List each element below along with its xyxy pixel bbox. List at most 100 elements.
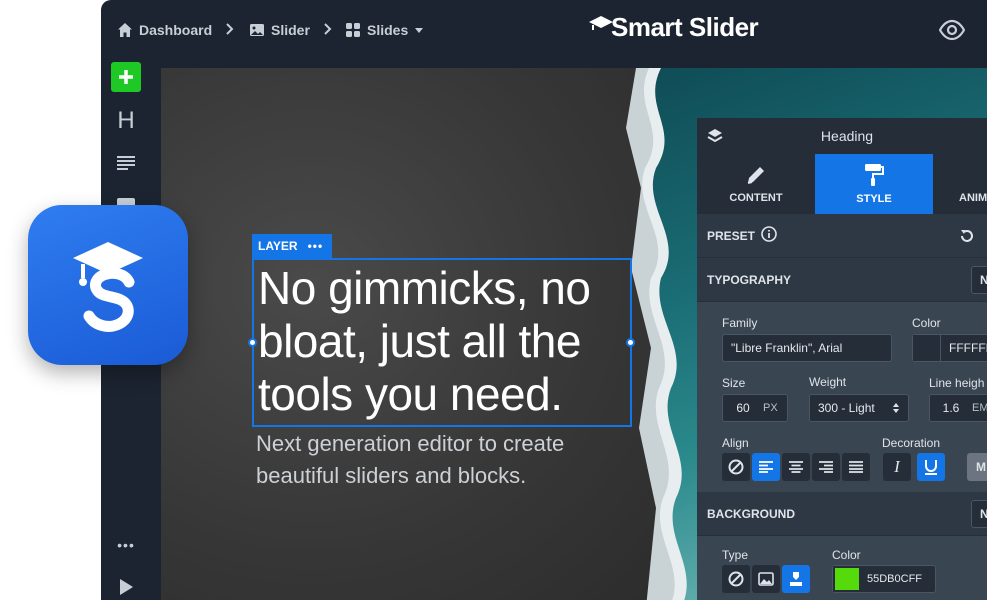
- align-left-icon: [759, 461, 773, 473]
- align-label: Align: [722, 436, 749, 450]
- chevron-right-icon: [323, 22, 333, 38]
- heading-layer-button[interactable]: H: [111, 106, 141, 136]
- align-left-button[interactable]: [752, 453, 780, 481]
- bg-color-value: 55DB0CFF: [867, 573, 923, 585]
- smart-slider-logo-icon: [73, 242, 143, 332]
- resize-handle-left[interactable]: [248, 338, 257, 347]
- layer-settings-panel: Heading CONTENT STYLE ANIM PRESET TYPOGR…: [697, 118, 987, 600]
- align-right-icon: [819, 461, 833, 473]
- font-weight-select[interactable]: 300 - Light: [809, 394, 909, 422]
- pencil-icon: [747, 167, 764, 184]
- bg-color-label: Color: [832, 548, 861, 562]
- background-toggle[interactable]: N: [971, 500, 987, 528]
- play-button[interactable]: [111, 572, 141, 600]
- align-right-button[interactable]: [812, 453, 840, 481]
- preset-row[interactable]: PRESET: [697, 214, 987, 258]
- top-bar: Dashboard Slider Slides Smart Slider: [101, 0, 987, 60]
- plus-icon: [119, 70, 133, 84]
- align-center-button[interactable]: [782, 453, 810, 481]
- layer-tag-label: LAYER: [258, 239, 298, 253]
- font-size-unit[interactable]: PX: [763, 402, 778, 414]
- tab-content[interactable]: CONTENT: [697, 154, 815, 214]
- breadcrumb-slides[interactable]: Slides: [345, 22, 424, 38]
- panel-title: Heading: [820, 128, 874, 144]
- play-icon: [120, 579, 133, 595]
- preview-eye-icon[interactable]: [938, 18, 966, 45]
- image-icon: [758, 572, 774, 586]
- italic-button[interactable]: I: [883, 453, 911, 481]
- text-layer-button[interactable]: [111, 148, 141, 178]
- underline-button[interactable]: [917, 453, 945, 481]
- slide-heading[interactable]: No gimmicks, no bloat, just all the tool…: [258, 262, 628, 421]
- paragraph-icon: [117, 156, 135, 170]
- breadcrumb-dashboard[interactable]: Dashboard: [117, 22, 212, 38]
- bg-color-input[interactable]: 55DB0CFF: [832, 565, 936, 593]
- font-family-input[interactable]: "Libre Franklin", Arial: [722, 334, 892, 362]
- add-layer-button[interactable]: [111, 62, 141, 92]
- text-color-value: FFFFFF: [949, 341, 987, 355]
- home-icon: [118, 23, 132, 37]
- decoration-more-button[interactable]: M: [967, 453, 987, 481]
- text-color-input[interactable]: FFFFFF: [912, 334, 987, 362]
- background-row[interactable]: BACKGROUND N: [697, 492, 987, 536]
- line-height-value: 1.6: [942, 401, 960, 415]
- typography-label: TYPOGRAPHY: [707, 272, 792, 287]
- fill-color-icon: [790, 572, 802, 586]
- grid-icon: [346, 23, 360, 37]
- info-icon[interactable]: [761, 226, 777, 245]
- tab-style-label: STYLE: [856, 193, 892, 205]
- typography-toggle[interactable]: N: [971, 266, 987, 294]
- weight-label: Weight: [809, 375, 847, 389]
- tab-animation[interactable]: ANIM: [933, 154, 987, 214]
- tab-content-label: CONTENT: [729, 192, 783, 204]
- preset-label: PRESET: [707, 228, 756, 243]
- chevron-right-icon: [225, 22, 235, 38]
- layers-icon[interactable]: [707, 128, 723, 147]
- typography-row[interactable]: TYPOGRAPHY N: [697, 258, 987, 302]
- ban-icon: [728, 459, 744, 475]
- family-label: Family: [722, 316, 758, 330]
- brand-name: Smart Slider: [611, 12, 759, 42]
- font-size-value: 60: [736, 401, 750, 415]
- background-label: BACKGROUND: [707, 506, 795, 521]
- line-height-label: Line heigh: [929, 376, 985, 390]
- align-justify-icon: [849, 461, 863, 473]
- decoration-label: Decoration: [882, 436, 941, 450]
- bg-type-none-button[interactable]: [722, 565, 750, 593]
- ban-icon: [728, 571, 744, 587]
- align-center-icon: [789, 461, 803, 473]
- text-color-swatch[interactable]: [913, 335, 941, 361]
- bg-color-swatch[interactable]: [833, 566, 861, 592]
- more-layers-button[interactable]: •••: [111, 530, 141, 560]
- type-label: Type: [722, 548, 749, 562]
- tab-style[interactable]: STYLE: [815, 154, 933, 214]
- font-weight-value: 300 - Light: [818, 401, 875, 415]
- breadcrumb-slider-label: Slider: [271, 22, 310, 38]
- align-none-button[interactable]: [722, 453, 750, 481]
- bg-type-image-button[interactable]: [752, 565, 780, 593]
- panel-tabs: CONTENT STYLE ANIM: [697, 154, 987, 214]
- bg-type-color-button[interactable]: [782, 565, 810, 593]
- layer-label-tag[interactable]: LAYER •••: [252, 234, 332, 258]
- tab-animation-label: ANIM: [959, 192, 987, 204]
- smart-slider-app-icon: [28, 205, 188, 365]
- image-icon: [250, 24, 264, 36]
- breadcrumb-dashboard-label: Dashboard: [139, 22, 213, 38]
- align-justify-button[interactable]: [842, 453, 870, 481]
- underline-icon: [925, 460, 937, 475]
- slide-subheading[interactable]: Next generation editor to create beautif…: [256, 428, 636, 492]
- italic-icon: I: [894, 457, 900, 476]
- line-height-unit[interactable]: EM: [972, 402, 987, 414]
- paint-roller-icon: [865, 164, 884, 186]
- caret-down-icon: [415, 28, 424, 33]
- color-label: Color: [912, 316, 941, 330]
- size-label: Size: [722, 376, 746, 390]
- breadcrumb-slider[interactable]: Slider: [249, 22, 310, 38]
- background-fields: Type Color 55DB0CFF: [697, 536, 987, 600]
- line-height-input[interactable]: 1.6 EM: [929, 394, 987, 422]
- font-size-input[interactable]: 60 PX: [722, 394, 788, 422]
- panel-header: Heading: [697, 118, 987, 154]
- reset-icon[interactable]: [959, 228, 975, 247]
- layer-more-icon[interactable]: •••: [308, 239, 324, 253]
- breadcrumb-slides-label: Slides: [367, 22, 409, 38]
